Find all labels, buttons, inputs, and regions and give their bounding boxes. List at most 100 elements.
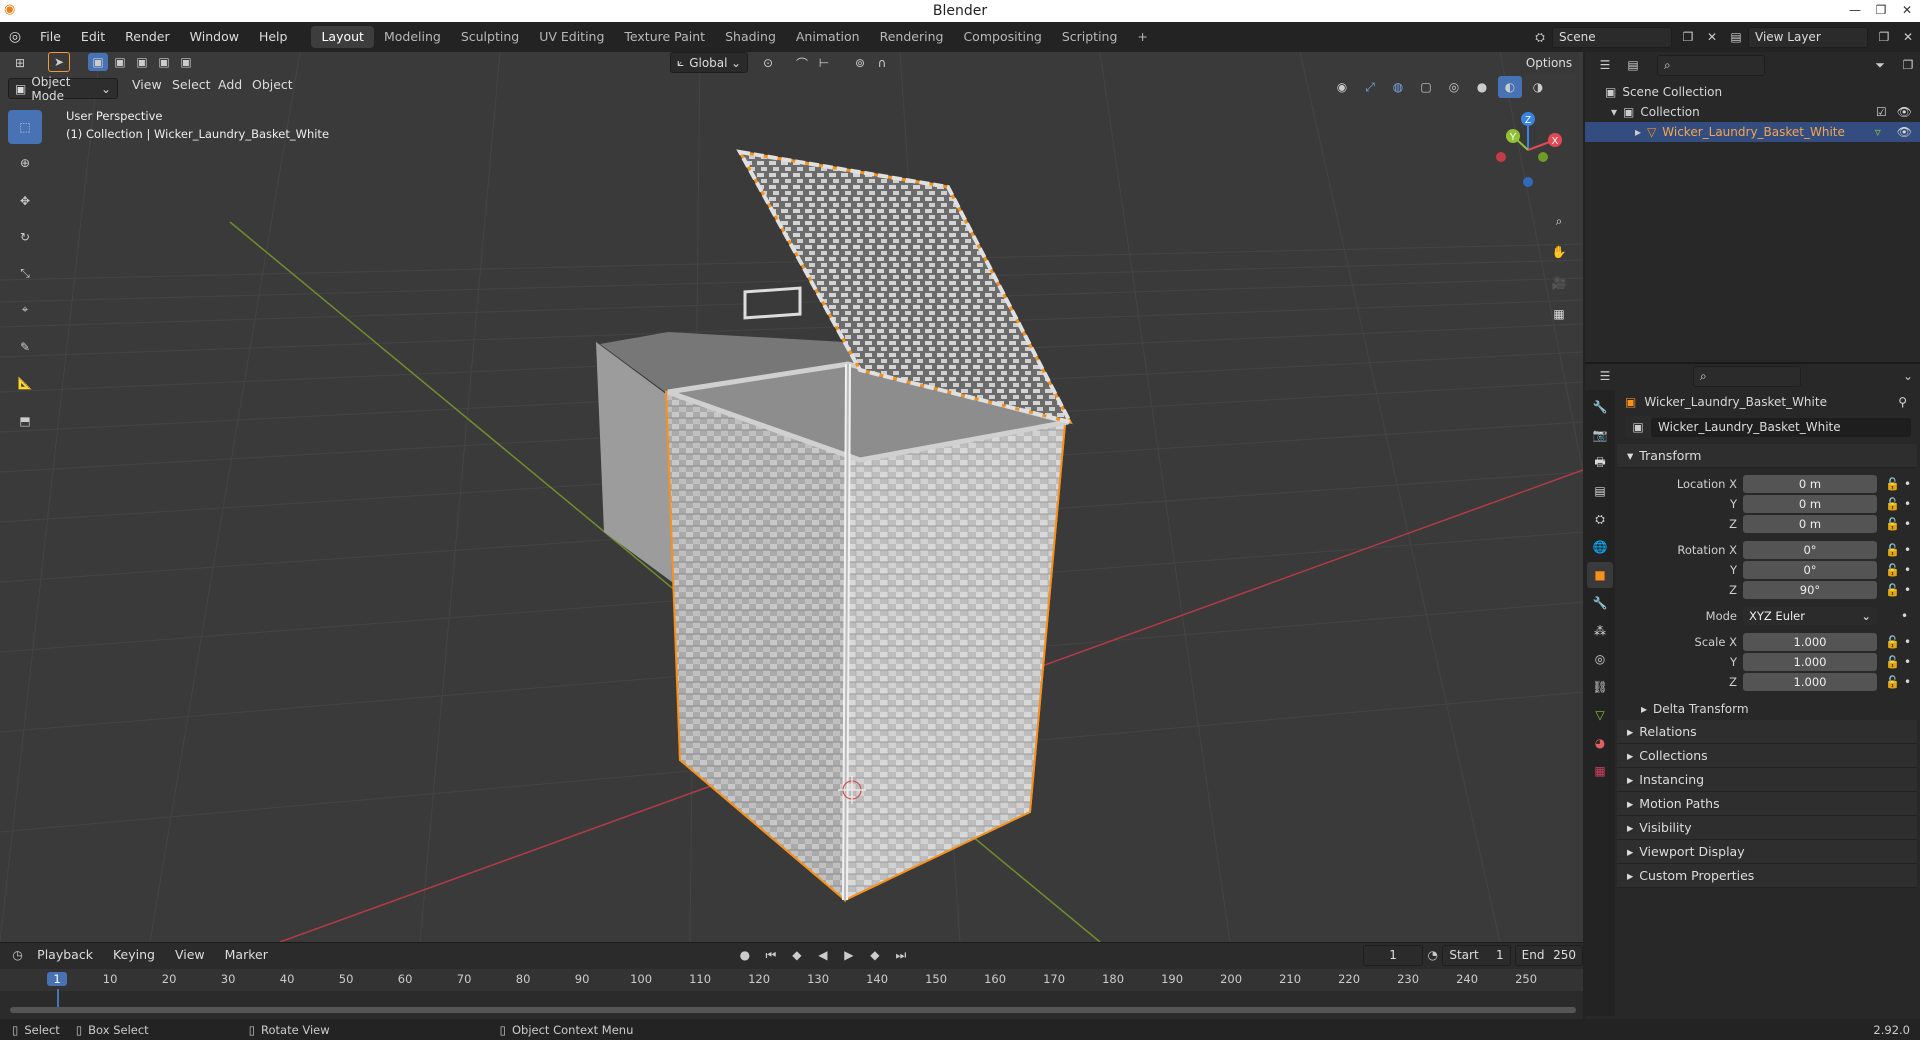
prev-keyframe-icon[interactable]: ◆ [785,944,809,966]
scene-selector[interactable]: Scene [1552,26,1672,48]
timeline-scrollbar[interactable] [10,1007,1576,1013]
expand-arrow-icon[interactable]: ▾ [1611,105,1617,119]
tab-shading[interactable]: Shading [715,26,786,48]
zoom-icon[interactable]: ⌕ [1545,207,1573,235]
jump-start-icon[interactable]: ⏮ [759,944,783,966]
snap-target-icon[interactable]: ⊢ [812,52,836,74]
outliner-item-object[interactable]: ▸ ▽ Wicker_Laundry_Basket_White ▿ 👁 [1585,122,1920,142]
lock-icon[interactable]: 🔓 [1885,583,1900,597]
menu-playback[interactable]: Playback [27,940,103,970]
lock-icon[interactable]: 🔓 [1885,655,1900,669]
collections-panel-header[interactable]: ▸ Collections [1617,744,1917,768]
world-tab-icon[interactable]: 🌐 [1587,534,1613,560]
menu-help[interactable]: Help [249,22,298,52]
editor-type-icon[interactable]: ◷ [8,944,27,966]
lock-icon[interactable]: 🔓 [1885,675,1900,689]
tab-uv-editing[interactable]: UV Editing [529,26,614,48]
keyframe-dot-icon[interactable]: • [1904,635,1911,649]
pan-hand-icon[interactable]: ✋ [1545,238,1573,266]
tab-texture-paint[interactable]: Texture Paint [614,26,715,48]
modifier-tab-icon[interactable]: 🔧 [1587,590,1613,616]
rotate-tool-icon[interactable]: ↻ [8,220,42,254]
measure-tool-icon[interactable]: 📐 [8,366,42,400]
navigation-gizmo[interactable]: Z X Y ⌕ ✋ 🎥 ▦ [1483,110,1573,331]
keyframe-dot-icon[interactable]: • [1901,609,1908,623]
view-layer-icon[interactable]: ▤ [1724,26,1748,48]
location-z-field[interactable]: 0 m [1743,515,1877,533]
lock-icon[interactable]: 🔓 [1885,517,1900,531]
blender-menu-icon[interactable]: ◎ [0,29,30,45]
play-icon[interactable]: ▶ [837,944,861,966]
properties-editor[interactable]: ☰ ⌕ ⌄ 🔧 📷 🖶 ▤ ⛭ 🌐 ■ 🔧 ⁂ ◎ ⛓ ▽ ◕ ▦ ▣ Wick… [1585,362,1920,1019]
lock-icon[interactable]: 🔓 [1885,563,1900,577]
object-tab-icon[interactable]: ■ [1587,562,1613,588]
new-view-layer-icon[interactable]: ❐ [1872,26,1896,48]
perspective-toggle-icon[interactable]: ▦ [1545,300,1573,328]
object-browse-icon[interactable]: ▣ [1625,416,1651,438]
delete-scene-icon[interactable]: ✕ [1700,26,1724,48]
preview-range-icon[interactable]: ◔ [1423,944,1442,966]
close-button[interactable]: ✕ [1894,0,1920,22]
keyframe-dot-icon[interactable]: • [1904,563,1911,577]
cursor-tool-icon[interactable]: ⊕ [8,146,42,180]
constraints-tab-icon[interactable]: ⛓ [1587,674,1613,700]
menu-timeline-view[interactable]: View [165,940,215,970]
scale-tool-icon[interactable]: ⤡ [8,256,42,290]
rotation-z-field[interactable]: 90° [1743,581,1877,599]
axis-gizmo[interactable]: Z X Y [1483,110,1573,190]
editor-type-icon[interactable]: ☰ [1593,54,1617,76]
timeline[interactable]: ◷ Playback Keying View Marker ● ⏮ ◆ ◀ ▶ … [0,942,1583,1019]
menu-render[interactable]: Render [115,22,180,52]
keyframe-dot-icon[interactable]: • [1904,497,1911,511]
object-name-field[interactable]: Wicker_Laundry_Basket_White [1651,417,1911,437]
wireframe-shading-icon[interactable]: ◎ [1442,76,1466,98]
camera-view-icon[interactable]: 🎥 [1545,269,1573,297]
motion-paths-panel-header[interactable]: ▸ Motion Paths [1617,792,1917,816]
editor-type-icon[interactable]: ☰ [1593,365,1617,387]
visibility-panel-header[interactable]: ▸ Visibility [1617,816,1917,840]
rotation-x-field[interactable]: 0° [1743,541,1877,559]
next-keyframe-icon[interactable]: ◆ [863,944,887,966]
transform-orientation-select[interactable]: ⟀ Global ⌄ [670,52,748,73]
delete-view-layer-icon[interactable]: ✕ [1896,26,1920,48]
annotate-tool-icon[interactable]: ✎ [8,330,42,364]
location-y-field[interactable]: 0 m [1743,495,1877,513]
options-button[interactable]: Options [1520,52,1578,73]
lock-icon[interactable]: 🔓 [1885,497,1900,511]
texture-tab-icon[interactable]: ▦ [1587,758,1613,784]
select-intersect-icon[interactable]: ▣ [176,53,196,71]
eye-icon[interactable]: 👁 [1897,105,1912,119]
select-subtract-icon[interactable]: ▣ [132,53,152,71]
select-tool-icon[interactable]: ➤ [48,52,70,72]
display-mode-icon[interactable]: ▤ [1621,54,1645,76]
pin-icon[interactable]: ⚲ [1898,395,1907,409]
tab-modeling[interactable]: Modeling [374,26,451,48]
keyframe-dot-icon[interactable]: • [1904,583,1911,597]
select-new-icon[interactable]: ▣ [88,53,108,71]
select-invert-icon[interactable]: ▣ [154,53,174,71]
tab-scripting[interactable]: Scripting [1052,26,1128,48]
instancing-panel-header[interactable]: ▸ Instancing [1617,768,1917,792]
material-shading-icon[interactable]: ◐ [1498,76,1522,98]
rotation-y-field[interactable]: 0° [1743,561,1877,579]
overlays-toggle-icon[interactable]: ◍ [1386,76,1410,98]
view-layer-tab-icon[interactable]: ▤ [1587,478,1613,504]
editor-type-icon[interactable]: ⊞ [8,52,32,74]
transform-tool-icon[interactable]: ⌖ [8,292,42,326]
exclude-checkbox-icon[interactable]: ☑ [1876,105,1887,119]
snap-icon[interactable]: ⌒ [790,52,814,74]
eye-icon[interactable]: 👁 [1897,125,1912,139]
outliner-item-collection[interactable]: ▾ ▣ Collection ☑ 👁 [1585,102,1920,122]
restore-button[interactable]: ❐ [1868,0,1894,22]
play-reverse-icon[interactable]: ◀ [811,944,835,966]
current-frame-field[interactable]: 1 [1362,944,1424,966]
expand-arrow-icon[interactable]: ▸ [1635,125,1641,139]
custom-properties-panel-header[interactable]: ▸ Custom Properties [1617,864,1917,888]
rotation-mode-select[interactable]: XYZ Euler ⌄ [1743,607,1877,625]
menu-edit[interactable]: Edit [71,22,115,52]
data-tab-icon[interactable]: ▽ [1587,702,1613,728]
menu-window[interactable]: Window [180,22,249,52]
viewport-display-panel-header[interactable]: ▸ Viewport Display [1617,840,1917,864]
tab-animation[interactable]: Animation [786,26,870,48]
gizmo-toggle-icon[interactable]: ⤢ [1358,76,1382,98]
